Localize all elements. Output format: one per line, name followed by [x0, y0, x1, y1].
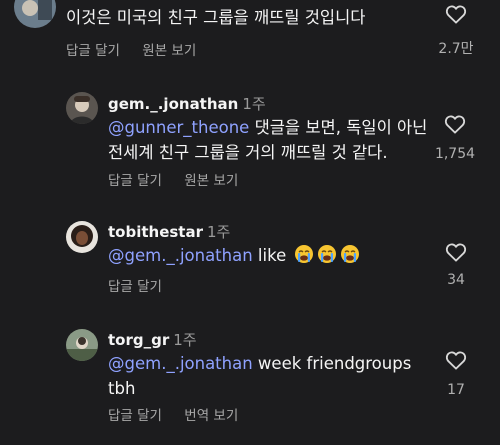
comment-text: @gem._.jonathan like: [108, 243, 360, 271]
comment-1: gem._.jonathan 1주 @gunner_theone 댓글을 보면, …: [0, 85, 500, 195]
like-count: 2.7만: [438, 41, 474, 57]
username[interactable]: tobithestar: [108, 223, 203, 241]
crying-face-icon: [340, 244, 360, 271]
heart-icon[interactable]: [444, 114, 466, 134]
reply-button[interactable]: 답글 달기: [108, 408, 162, 424]
avatar[interactable]: [14, 0, 56, 28]
comment-body: 댓글을 보면, 독일이 아닌: [249, 118, 428, 137]
username[interactable]: gem._.jonathan: [108, 95, 238, 113]
see-translation-button[interactable]: 번역 보기: [184, 408, 238, 424]
comment-text: 이것은 미국의 친구 그룹을 깨뜨릴 것입니다: [66, 5, 365, 30]
avatar[interactable]: [66, 329, 98, 361]
comment-text: @gunner_theone 댓글을 보면, 독일이 아닌 전세계 친구 그룹을…: [108, 115, 427, 165]
like-column: 17: [430, 350, 482, 398]
comment-actions: 답글 달기: [108, 275, 180, 295]
comment-body-line2: tbh: [108, 379, 136, 398]
mention-link[interactable]: @gunner_theone: [108, 118, 249, 137]
heart-icon[interactable]: [445, 4, 467, 24]
timestamp: 1주: [207, 223, 231, 241]
reply-button[interactable]: 답글 달기: [108, 279, 162, 295]
heart-icon[interactable]: [445, 242, 467, 262]
see-original-button[interactable]: 원본 보기: [184, 173, 238, 189]
see-original-button[interactable]: 원본 보기: [142, 43, 196, 59]
comment-header: tobithestar 1주: [108, 223, 230, 241]
comment-body: like: [252, 246, 287, 265]
comment-2: tobithestar 1주 @gem._.jonathan like 답글 달기…: [0, 213, 500, 303]
crying-face-icon: [294, 244, 314, 271]
comment-body: 이것은 미국의 친구 그룹을 깨뜨릴 것입니다: [66, 8, 366, 27]
crying-face-icon: [317, 244, 337, 271]
heart-icon[interactable]: [445, 350, 467, 370]
like-column: 34: [428, 242, 484, 288]
mention-link[interactable]: @gem._.jonathan: [108, 246, 253, 265]
timestamp: 1주: [242, 95, 266, 113]
comment-text: @gem._.jonathan week friendgroups tbh: [108, 351, 411, 401]
comment-body-line2: 전세계 친구 그룹을 거의 깨뜨릴 것 같다.: [108, 143, 388, 162]
comment-header: gem._.jonathan 1주: [108, 95, 266, 113]
like-column: 1,754: [424, 114, 486, 162]
avatar[interactable]: [66, 221, 98, 253]
comment-actions: 답글 달기 원본 보기: [108, 169, 256, 189]
comment-actions: 답글 달기 번역 보기: [108, 404, 256, 424]
comment-header: torg_gr 1주: [108, 331, 197, 349]
comment-actions: 답글 달기 원본 보기: [66, 39, 214, 59]
mention-link[interactable]: @gem._.jonathan: [108, 354, 253, 373]
comment-body: week friendgroups: [252, 354, 412, 373]
like-count: 17: [447, 382, 465, 398]
timestamp: 1주: [173, 331, 197, 349]
reply-button[interactable]: 답글 달기: [66, 43, 120, 59]
avatar[interactable]: [66, 92, 98, 124]
like-column: 2.7만: [430, 4, 482, 58]
like-count: 1,754: [434, 146, 476, 162]
username[interactable]: torg_gr: [108, 331, 169, 349]
comment-3: torg_gr 1주 @gem._.jonathan week friendgro…: [0, 321, 500, 445]
reply-button[interactable]: 답글 달기: [108, 173, 162, 189]
comment-0: 이것은 미국의 친구 그룹을 깨뜨릴 것입니다 답글 달기 원본 보기 2.7만: [0, 0, 500, 60]
like-count: 34: [447, 272, 465, 288]
